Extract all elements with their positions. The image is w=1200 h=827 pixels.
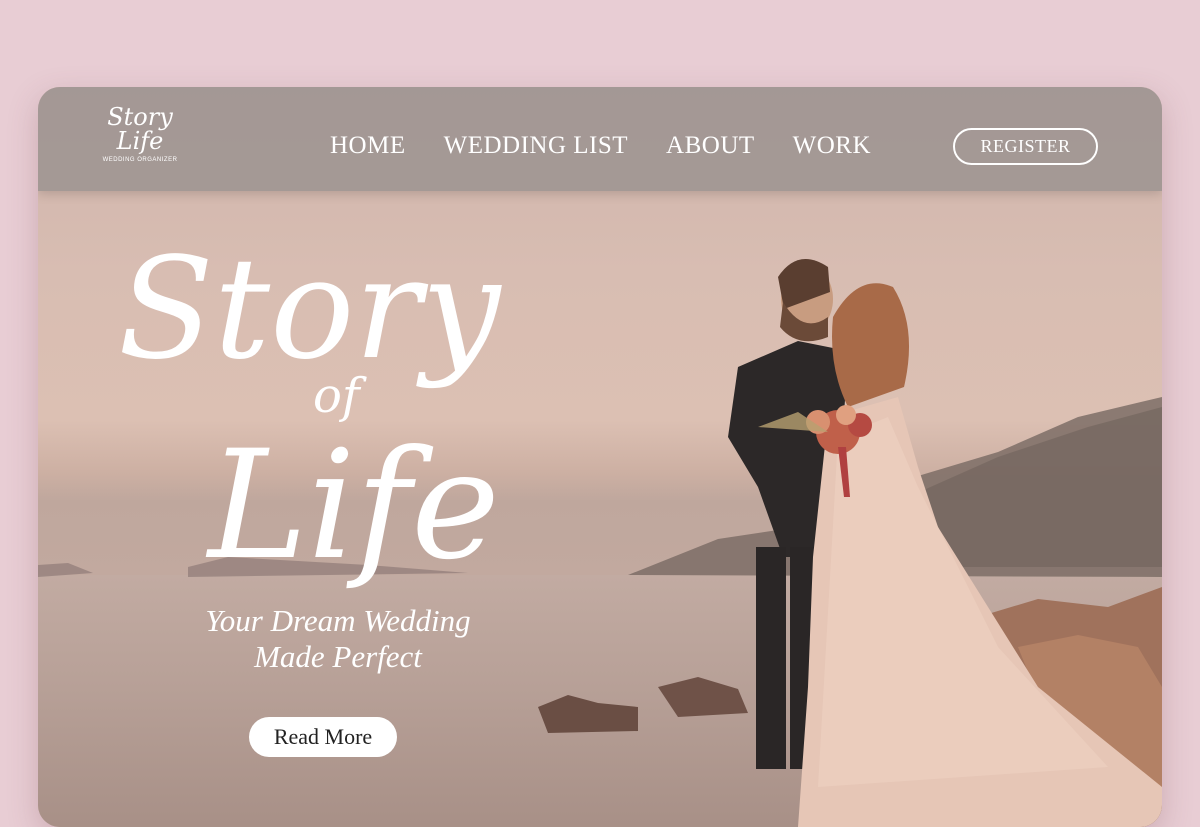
nav-about[interactable]: ABOUT	[666, 131, 755, 161]
hero-tagline: Your Dream Wedding Made Perfect	[178, 603, 498, 675]
hero-title-of: of	[313, 368, 367, 424]
nav-links: HOME WEDDING LIST ABOUT WORK	[330, 131, 871, 161]
nav-wedding-list[interactable]: WEDDING LIST	[444, 131, 628, 161]
rocks-left	[538, 695, 638, 733]
hero-title-line-2: Life	[205, 419, 500, 593]
logo-line-1: Story	[107, 103, 173, 131]
register-button[interactable]: REGISTER	[953, 128, 1098, 165]
nav-home[interactable]: HOME	[330, 131, 406, 161]
logo-line-2: Life	[116, 127, 164, 155]
nav-work[interactable]: WORK	[793, 131, 871, 161]
hero-photo: Story Life WEDDING ORGANIZER HOME WEDDIN…	[38, 87, 1162, 827]
hero-title: Story of Life	[118, 237, 502, 593]
navbar: Story Life WEDDING ORGANIZER HOME WEDDIN…	[38, 87, 1162, 191]
logo-subtitle: WEDDING ORGANIZER	[102, 157, 178, 163]
landing-page-window: Story Life WEDDING ORGANIZER HOME WEDDIN…	[38, 87, 1162, 827]
tagline-line-1: Your Dream Wedding	[205, 603, 471, 638]
read-more-button[interactable]: Read More	[249, 717, 397, 757]
tagline-line-2: Made Perfect	[254, 639, 422, 674]
logo[interactable]: Story Life WEDDING ORGANIZER	[90, 105, 190, 181]
hero-title-line-1: Story	[118, 237, 502, 391]
